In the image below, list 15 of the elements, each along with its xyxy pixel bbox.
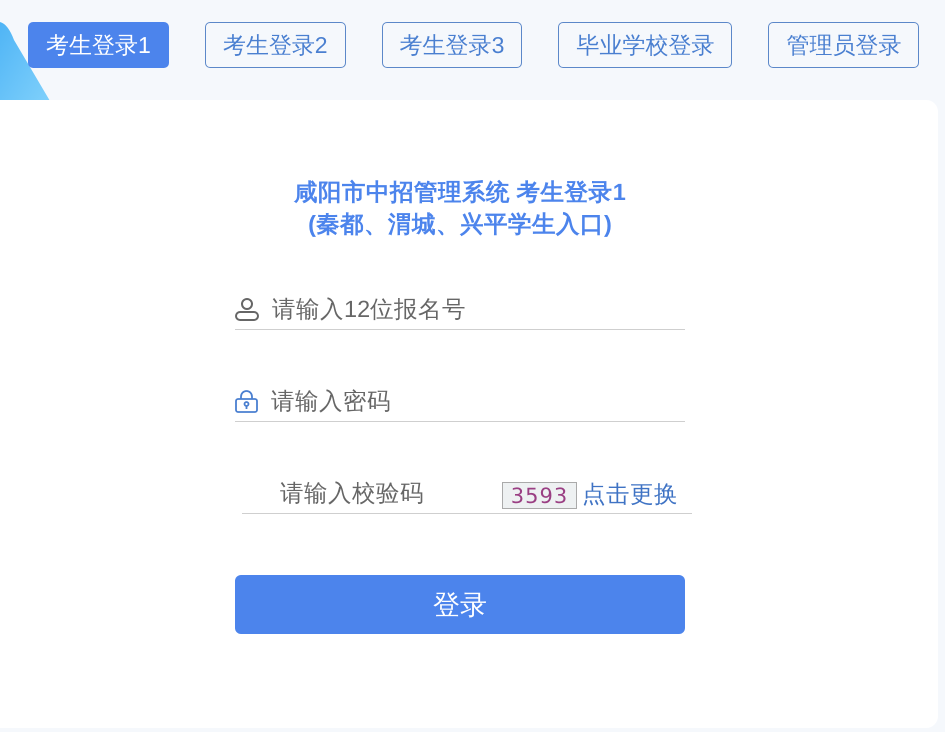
captcha-image: 3593: [502, 482, 577, 509]
login-tab[interactable]: 考生登录1: [28, 22, 169, 68]
password-field[interactable]: 请输入密码: [271, 384, 685, 418]
page-subtitle: (秦都、渭城、兴平学生入口): [307, 210, 613, 239]
login-tab[interactable]: 管理员登录: [768, 22, 920, 68]
user-icon: [235, 298, 259, 321]
username-field[interactable]: 请输入12位报名号: [272, 292, 685, 326]
login-tab[interactable]: 考生登录2: [204, 22, 346, 68]
login-tab[interactable]: 毕业学校登录: [558, 22, 732, 68]
login-tab[interactable]: 考生登录3: [382, 22, 522, 68]
captcha-field[interactable]: 请输入校验码: [280, 476, 502, 510]
refresh-captcha-link[interactable]: 点击更换: [582, 478, 678, 510]
login-button[interactable]: 登录: [235, 575, 685, 634]
lock-icon: [235, 390, 258, 413]
page-title: 咸阳市中招管理系统 考生登录1: [292, 178, 627, 207]
